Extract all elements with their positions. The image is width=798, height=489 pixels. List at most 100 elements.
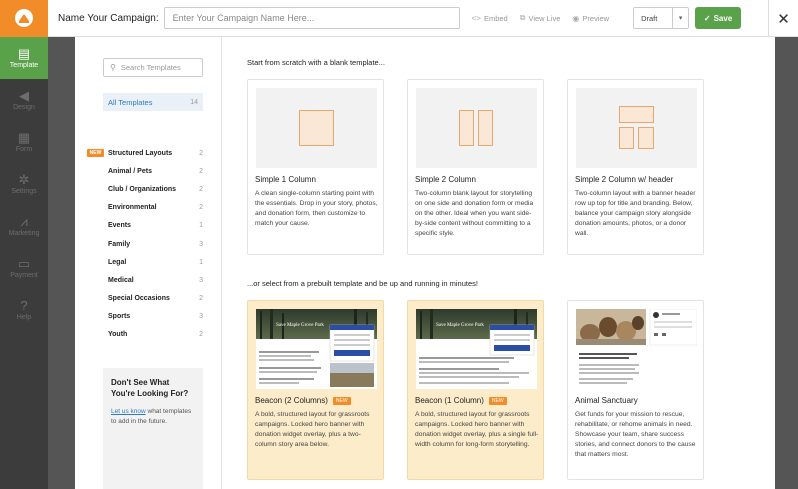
preview-banner-text: Save Maple Grove Park bbox=[436, 323, 484, 328]
layout-preview-icon bbox=[638, 127, 654, 149]
code-icon: <> bbox=[471, 13, 481, 23]
logo-icon bbox=[15, 9, 33, 27]
template-thumbnail: Save Maple Grove Park bbox=[416, 309, 537, 389]
category-count: 2 bbox=[199, 167, 203, 175]
template-title-text: Beacon (2 Columns) bbox=[255, 396, 328, 405]
request-template-title: Don't See What You're Looking For? bbox=[111, 378, 189, 398]
filter-all-templates[interactable]: All Templates 14 bbox=[103, 93, 203, 111]
category-count: 2 bbox=[199, 331, 203, 339]
filter-count: 14 bbox=[190, 98, 198, 106]
layout-preview-icon bbox=[299, 110, 334, 146]
search-placeholder: Search Templates bbox=[120, 63, 181, 72]
category-item[interactable]: Legal 1 bbox=[87, 253, 203, 271]
form-icon: ▦ bbox=[17, 130, 31, 145]
sidebar-item-label: Template bbox=[9, 62, 39, 69]
category-item[interactable]: Sports 3 bbox=[87, 308, 203, 326]
app-logo[interactable] bbox=[0, 0, 48, 37]
preview-link[interactable]: ◉ Preview bbox=[572, 14, 609, 23]
template-gallery: Start from scratch with a blank template… bbox=[223, 37, 775, 489]
template-card-animal-sanctuary[interactable]: Animal Sanctuary Get funds for your miss… bbox=[567, 300, 704, 480]
sidebar-item-payment[interactable]: ▭ Payment bbox=[0, 247, 48, 289]
layout-preview-icon bbox=[619, 127, 634, 149]
sidebar-item-marketing[interactable]: ⩘ Marketing bbox=[0, 205, 48, 247]
template-card-beacon-2-column[interactable]: Save Maple Grove Park Beacon (2 Columns)… bbox=[247, 300, 384, 480]
category-count: 2 bbox=[199, 204, 203, 212]
sidebar-item-label: Design bbox=[13, 104, 35, 111]
campaign-name-label: Name Your Campaign: bbox=[58, 12, 159, 24]
status-value: Draft bbox=[641, 13, 658, 23]
template-description: A clean single-column starting point wit… bbox=[255, 190, 378, 227]
category-name: Club / Organizations bbox=[108, 185, 177, 193]
template-title: Animal Sanctuary bbox=[575, 396, 638, 405]
preview-label: Preview bbox=[582, 13, 610, 23]
template-title: Beacon (2 Columns) NEW bbox=[255, 396, 351, 405]
sidebar-item-template[interactable]: ▤ Template bbox=[0, 37, 48, 79]
template-thumbnail bbox=[416, 88, 537, 168]
sidebar-item-label: Form bbox=[15, 146, 33, 153]
template-thumbnail bbox=[576, 88, 697, 168]
template-title: Simple 2 Column bbox=[415, 175, 476, 184]
blank-section-heading: Start from scratch with a blank template… bbox=[247, 58, 385, 67]
template-thumbnail bbox=[256, 88, 377, 168]
category-item[interactable]: Medical 3 bbox=[87, 271, 203, 289]
new-badge: NEW bbox=[332, 396, 351, 405]
template-description: A bold, structured layout for grassroots… bbox=[255, 411, 370, 448]
card-icon: ▭ bbox=[17, 256, 31, 271]
category-item[interactable]: Club / Organizations 2 bbox=[87, 180, 203, 198]
top-bar: Name Your Campaign: <> Embed ⧉ View Live… bbox=[0, 0, 798, 37]
close-icon[interactable]: ✕ bbox=[768, 0, 798, 37]
category-name: Youth bbox=[108, 331, 128, 339]
chart-icon: ⩘ bbox=[20, 214, 28, 229]
category-count: 2 bbox=[199, 149, 203, 157]
campaign-name-input[interactable] bbox=[163, 7, 460, 29]
filter-label: All Templates bbox=[108, 97, 153, 107]
category-name: Special Occasions bbox=[108, 295, 170, 303]
category-item[interactable]: Environmental 2 bbox=[87, 199, 203, 217]
category-name: Family bbox=[108, 240, 131, 248]
check-icon: ✓ bbox=[703, 13, 711, 23]
layout-preview-icon bbox=[478, 110, 493, 146]
template-title: Simple 1 Column bbox=[255, 175, 316, 184]
category-name: Structured Layouts bbox=[108, 149, 173, 157]
category-item[interactable]: Youth 2 bbox=[87, 326, 203, 344]
template-description: A bold, structured layout for grassroots… bbox=[415, 411, 539, 448]
template-icon: ▤ bbox=[17, 46, 31, 61]
request-template-box: Don't See What You're Looking For? Let u… bbox=[103, 368, 203, 489]
category-item[interactable]: Special Occasions 2 bbox=[87, 290, 203, 308]
sidebar-item-settings[interactable]: ✲ Settings bbox=[0, 163, 48, 205]
template-picker-modal: ⚲ Search Templates All Templates 14 NEW S… bbox=[75, 37, 775, 489]
save-button[interactable]: ✓ Save bbox=[695, 7, 742, 29]
category-item[interactable]: Family 3 bbox=[87, 235, 203, 253]
sidebar-item-design[interactable]: ◀ Design bbox=[0, 79, 48, 121]
template-card-simple-2-column-header[interactable]: Simple 2 Column w/ header Two-column lay… bbox=[567, 79, 704, 255]
view-live-link[interactable]: ⧉ View Live bbox=[520, 13, 561, 23]
sidebar-item-label: Settings bbox=[11, 188, 37, 195]
category-name: Medical bbox=[108, 276, 134, 284]
template-title-text: Beacon (1 Column) bbox=[415, 396, 484, 405]
template-card-simple-2-column[interactable]: Simple 2 Column Two-column blank layout … bbox=[407, 79, 544, 255]
chevron-down-icon[interactable]: ▾ bbox=[672, 8, 688, 28]
preview-banner-text: Save Maple Grove Park bbox=[276, 323, 324, 328]
embed-link[interactable]: <> Embed bbox=[472, 14, 508, 23]
sidebar-item-help[interactable]: ? Help bbox=[0, 289, 48, 331]
template-card-beacon-1-column[interactable]: Save Maple Grove Park Beacon (1 Column) N… bbox=[407, 300, 544, 480]
embed-label: Embed bbox=[483, 13, 508, 23]
category-count: 3 bbox=[199, 276, 203, 284]
status-select[interactable]: Draft ▾ bbox=[633, 7, 690, 29]
category-item[interactable]: Events 1 bbox=[87, 217, 203, 235]
category-name: Animal / Pets bbox=[108, 167, 152, 175]
template-description: Two-column layout with a banner header r… bbox=[575, 190, 696, 237]
template-card-simple-1-column[interactable]: Simple 1 Column A clean single-column st… bbox=[247, 79, 384, 255]
category-count: 1 bbox=[199, 222, 203, 230]
template-search-input[interactable]: ⚲ Search Templates bbox=[103, 58, 203, 77]
external-link-icon: ⧉ bbox=[519, 13, 526, 22]
category-item[interactable]: NEW Structured Layouts 2 bbox=[87, 144, 203, 162]
sidebar-item-form[interactable]: ▦ Form bbox=[0, 121, 48, 163]
let-us-know-link[interactable]: Let us know bbox=[111, 408, 146, 415]
megaphone-icon: ◀ bbox=[19, 88, 29, 103]
category-item[interactable]: Animal / Pets 2 bbox=[87, 162, 203, 180]
template-description: Get funds for your mission to rescue, re… bbox=[575, 411, 696, 458]
category-count: 3 bbox=[199, 313, 203, 321]
template-preview-image bbox=[416, 309, 537, 384]
request-template-text: Let us know what templates to add in the… bbox=[111, 407, 195, 427]
